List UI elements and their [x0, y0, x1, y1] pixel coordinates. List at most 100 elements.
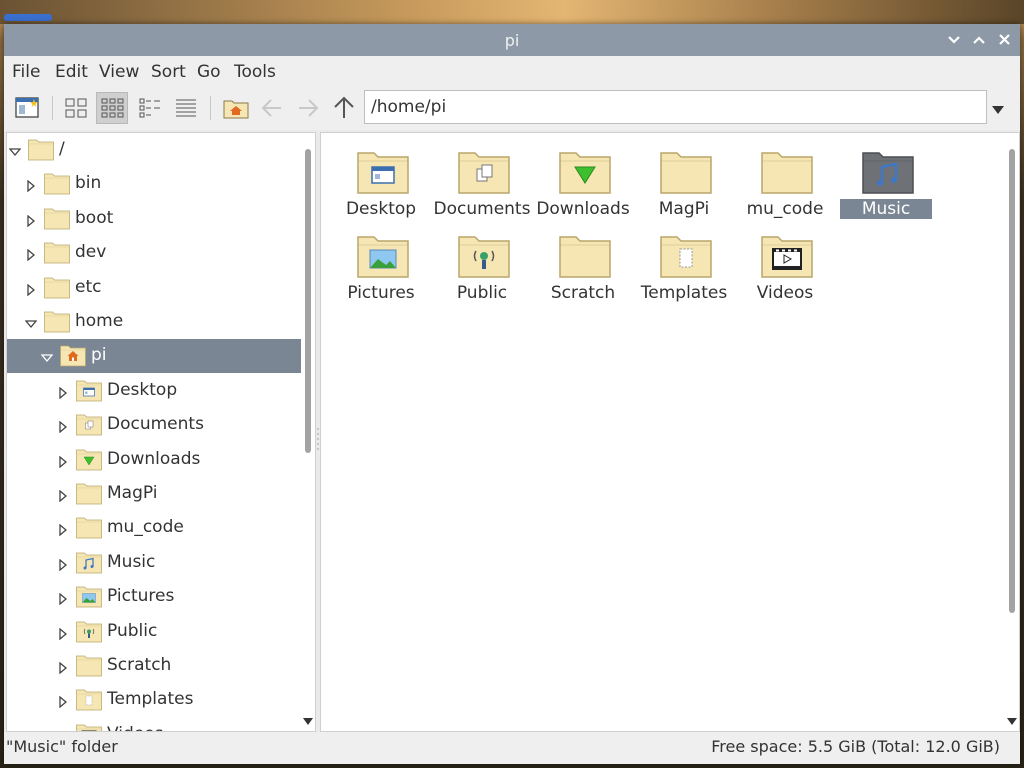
sidebar-scrollbar[interactable]	[301, 133, 315, 731]
file-item-label: Scratch	[550, 283, 616, 303]
tree-item[interactable]: MagPi	[7, 477, 301, 511]
file-view[interactable]: Videos Templates Scratch Public Pictures Musi…	[320, 132, 1020, 732]
expander-expanded-icon[interactable]	[8, 143, 22, 157]
menu-bar: File Edit View Sort Go Tools	[4, 56, 1020, 86]
expander-collapsed-icon[interactable]	[57, 453, 69, 468]
tree-item[interactable]: Videos	[7, 718, 301, 731]
tree-item-label: Downloads	[107, 448, 201, 469]
expander-expanded-icon[interactable]	[40, 349, 54, 363]
arrow-up-icon	[334, 96, 354, 118]
file-item-label: Pictures	[347, 283, 415, 303]
folder-icon	[75, 653, 103, 677]
view-list-button[interactable]	[170, 92, 202, 124]
toolbar: /home/pi	[4, 86, 1020, 130]
tree-item-label: Desktop	[107, 379, 178, 400]
view-thumbnails-button[interactable]	[96, 92, 128, 124]
maximize-button[interactable]	[969, 30, 989, 50]
home-button[interactable]	[220, 92, 252, 124]
tree-item[interactable]: etc	[7, 271, 301, 305]
menu-go[interactable]: Go	[197, 62, 221, 82]
tree-item[interactable]: boot	[7, 202, 301, 236]
file-item-label: Downloads	[536, 199, 630, 219]
tree-item[interactable]: Pictures	[7, 580, 301, 614]
file-item[interactable]: Videos	[735, 225, 835, 307]
file-item[interactable]: mu_code	[735, 141, 835, 223]
directory-tree[interactable]: Videos Templates Scratch Public Pictures Musi…	[6, 132, 316, 732]
file-item[interactable]: Pictures	[331, 225, 431, 307]
window-title: pi	[504, 31, 520, 50]
tree-item[interactable]: Templates	[7, 683, 301, 717]
tree-item-label: Videos	[107, 724, 164, 731]
expander-collapsed-icon[interactable]	[57, 659, 69, 675]
tree-item[interactable]: Documents	[7, 408, 301, 442]
expander-collapsed-icon[interactable]	[25, 212, 37, 228]
file-view-scroll-thumb[interactable]	[1009, 149, 1015, 613]
forward-button[interactable]	[292, 92, 324, 124]
menu-file[interactable]: File	[12, 62, 40, 82]
menu-sort[interactable]: Sort	[151, 62, 186, 82]
back-button[interactable]	[256, 92, 288, 124]
menu-edit[interactable]: Edit	[55, 62, 88, 82]
file-item[interactable]: Downloads	[533, 141, 633, 223]
expander-collapsed-icon[interactable]	[57, 693, 69, 709]
file-item[interactable]: Scratch	[533, 225, 633, 307]
tree-item[interactable]: Downloads	[7, 443, 301, 477]
sidebar-scroll-thumb[interactable]	[305, 149, 311, 453]
file-view-scrollbar[interactable]	[1005, 133, 1019, 731]
tree-item[interactable]: mu_code	[7, 511, 301, 545]
expander-collapsed-icon[interactable]	[57, 625, 69, 640]
close-button[interactable]	[994, 30, 1014, 50]
view-compact-button[interactable]	[134, 92, 166, 124]
tree-item[interactable]: pi	[7, 339, 301, 374]
tree-item[interactable]: Public	[7, 615, 301, 649]
path-history-dropdown[interactable]	[992, 99, 1004, 119]
file-item[interactable]: Templates	[634, 225, 734, 307]
file-item[interactable]: Public	[432, 225, 532, 307]
expander-collapsed-icon[interactable]	[25, 177, 37, 193]
toolbar-separator	[52, 96, 53, 120]
expander-collapsed-icon[interactable]	[25, 281, 37, 296]
expander-collapsed-icon[interactable]	[57, 418, 69, 434]
tree-item[interactable]: bin	[7, 167, 301, 201]
file-item-label: Desktop	[345, 199, 417, 219]
title-bar[interactable]: pi	[4, 24, 1020, 56]
file-manager-window: pi File Edit View Sort Go Tools /home/pi…	[4, 24, 1020, 764]
file-item[interactable]: Music	[836, 141, 936, 223]
file-item[interactable]: Desktop	[331, 141, 431, 223]
folder-icon	[760, 147, 814, 195]
documents-folder-icon	[457, 147, 511, 195]
expander-collapsed-icon[interactable]	[57, 590, 69, 606]
expander-expanded-icon[interactable]	[24, 315, 38, 329]
file-item[interactable]: Documents	[432, 141, 532, 223]
tree-item-label: Music	[107, 551, 156, 572]
file-item[interactable]: MagPi	[634, 141, 734, 223]
minimize-button[interactable]	[944, 30, 964, 50]
new-window-button[interactable]	[12, 92, 44, 124]
expander-collapsed-icon[interactable]	[57, 487, 69, 503]
file-item-label: Documents	[433, 199, 531, 219]
file-item-label: Templates	[640, 283, 728, 303]
tree-item[interactable]: Scratch	[7, 649, 301, 683]
path-input[interactable]: /home/pi	[364, 90, 987, 124]
tree-item[interactable]: Desktop	[7, 374, 301, 408]
menu-view[interactable]: View	[99, 62, 139, 82]
tree-item[interactable]: dev	[7, 236, 301, 270]
folder-icon	[75, 515, 103, 539]
folder-icon	[43, 275, 71, 299]
up-button[interactable]	[328, 92, 360, 124]
tree-item[interactable]: Music	[7, 546, 301, 580]
toolbar-separator	[210, 96, 211, 120]
view-icons-button[interactable]	[60, 92, 92, 124]
expander-collapsed-icon[interactable]	[25, 246, 37, 262]
file-item-label: MagPi	[658, 199, 710, 219]
menu-tools[interactable]: Tools	[234, 62, 276, 82]
expander-collapsed-icon[interactable]	[57, 556, 69, 572]
expander-collapsed-icon[interactable]	[57, 521, 69, 537]
expander-collapsed-icon[interactable]	[57, 384, 69, 400]
tree-item[interactable]: /	[7, 133, 301, 167]
folder-icon	[43, 171, 71, 195]
tree-item[interactable]: home	[7, 305, 301, 339]
detailed-list-view-icon	[176, 99, 196, 117]
pictures-folder-icon	[356, 231, 410, 279]
desktop-folder-icon	[356, 147, 410, 195]
